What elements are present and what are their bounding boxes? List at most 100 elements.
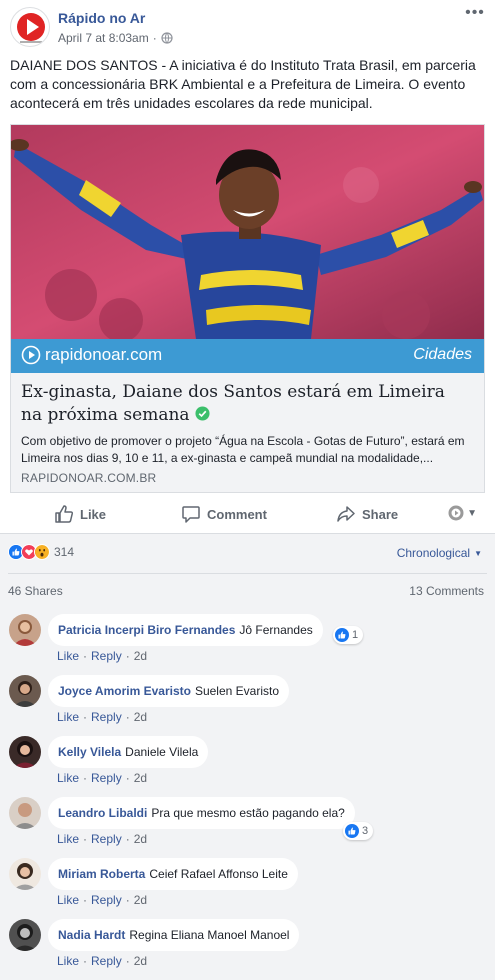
reaction-count: 314 — [54, 545, 75, 559]
post-header: Rápido no Ar April 7 at 8:03am · ••• — [0, 0, 495, 54]
comment-bubble[interactable]: Nadia Hardt Regina Eliana Manoel Manoel — [48, 919, 300, 951]
page-avatar[interactable] — [10, 7, 50, 47]
comment-icon — [182, 506, 200, 523]
link-preview-card[interactable]: rapidonoar.com Cidades Ex-ginasta, Daian… — [10, 124, 485, 493]
comment-item: Miriam Roberta Ceief Rafael Affonso Leit… — [0, 858, 495, 918]
card-title-text: Ex-ginasta, Daiane dos Santos estará em … — [21, 382, 445, 425]
share-button[interactable]: Share — [336, 504, 398, 524]
comment-reply-link[interactable]: Reply — [91, 771, 122, 785]
comment-time[interactable]: 2d — [134, 710, 147, 724]
comment-reply-link[interactable]: Reply — [91, 832, 122, 846]
like-reaction-icon — [345, 824, 359, 838]
comment-reactions[interactable]: 1 — [333, 626, 364, 644]
comment-reply-link[interactable]: Reply — [91, 893, 122, 907]
commenter-avatar[interactable] — [9, 919, 41, 951]
comment-reply-link[interactable]: Reply — [91, 710, 122, 724]
page-avatar-small-icon — [448, 505, 464, 521]
comment-reply-link[interactable]: Reply — [91, 954, 122, 968]
comment-author[interactable]: Nadia Hardt — [58, 928, 125, 942]
share-arrow-icon — [337, 506, 355, 522]
comment-text: Regina Eliana Manoel Manoel — [129, 928, 290, 942]
brand-play-icon — [21, 345, 41, 365]
comment-reply-link[interactable]: Reply — [91, 649, 122, 663]
dot-separator: · — [83, 649, 88, 663]
comment-author[interactable]: Kelly Vilela — [58, 745, 121, 759]
comment-time[interactable]: 2d — [134, 832, 147, 846]
brand-name: rapidonoar.com — [45, 345, 163, 364]
brand-logo: rapidonoar.com — [21, 345, 162, 365]
dot-separator: · — [125, 893, 130, 907]
dropdown-caret-icon: ▼ — [467, 507, 477, 519]
reactions-summary[interactable]: 314 — [8, 544, 74, 560]
comment-text: Ceief Rafael Affonso Leite — [149, 867, 288, 881]
commenter-avatar[interactable] — [9, 858, 41, 890]
comment-like-link[interactable]: Like — [57, 832, 79, 846]
comment-time[interactable]: 2d — [134, 893, 147, 907]
comment-item: Joyce Amorim Evaristo Suelen Evaristo Li… — [0, 675, 495, 735]
comment-time[interactable]: 2d — [134, 771, 147, 785]
card-domain: RAPIDONOAR.COM.BR — [21, 471, 157, 485]
comment-bubble[interactable]: Kelly Vilela Daniele Vilela — [48, 736, 209, 768]
thumbs-up-icon — [55, 505, 73, 523]
comment-item: Leandro Libaldi Pra que mesmo estão paga… — [0, 797, 495, 857]
shares-count[interactable]: 46 Shares — [8, 584, 63, 598]
action-bar: Like Comment Share ▼ — [0, 496, 495, 532]
page-name[interactable]: Rápido no Ar — [58, 10, 145, 26]
comment-like-link[interactable]: Like — [57, 893, 79, 907]
comment-author[interactable]: Joyce Amorim Evaristo — [58, 684, 191, 698]
comment-button[interactable]: Comment — [181, 504, 267, 524]
comment-item: Nadia Hardt Regina Eliana Manoel Manoel … — [0, 919, 495, 979]
comment-author[interactable]: Leandro Libaldi — [58, 806, 147, 820]
card-body[interactable]: Ex-ginasta, Daiane dos Santos estará em … — [11, 373, 484, 492]
wow-reaction-icon — [34, 544, 50, 560]
comment-like-link[interactable]: Like — [57, 771, 79, 785]
comment-reaction-count: 1 — [352, 629, 359, 641]
comment-actions: Like · Reply · 2d — [57, 710, 147, 724]
card-description: Com objetivo de promover o projeto “Água… — [21, 434, 465, 465]
comment-sort-dropdown[interactable]: Chronological ▼ — [397, 546, 482, 560]
commenter-avatar[interactable] — [9, 736, 41, 768]
comment-bubble[interactable]: Joyce Amorim Evaristo Suelen Evaristo — [48, 675, 289, 707]
comment-actions: Like · Reply · 2d — [57, 893, 147, 907]
card-title[interactable]: Ex-ginasta, Daiane dos Santos estará em … — [21, 381, 471, 427]
like-button[interactable]: Like — [54, 504, 106, 524]
comment-bubble[interactable]: Leandro Libaldi Pra que mesmo estão paga… — [48, 797, 355, 829]
comments-area: 314 Chronological ▼ 46 Shares 13 Comment… — [0, 533, 495, 980]
dot-separator: · — [83, 832, 88, 846]
comment-actions: Like · Reply · 2d — [57, 771, 147, 785]
share-label: Share — [362, 506, 399, 522]
comment-like-link[interactable]: Like — [57, 954, 79, 968]
comment-actions: Like · Reply · 2d — [57, 832, 147, 846]
dot-separator: · — [125, 832, 130, 846]
commenter-avatar[interactable] — [9, 614, 41, 646]
dot-separator: · — [125, 771, 130, 785]
post-meta: April 7 at 8:03am · — [58, 31, 173, 45]
verified-check-icon — [195, 406, 210, 421]
comment-bubble[interactable]: Miriam Roberta Ceief Rafael Affonso Leit… — [48, 858, 298, 890]
comment-author[interactable]: Patricia Incerpi Biro Fernandes — [58, 623, 235, 637]
comments-count[interactable]: 13 Comments — [409, 584, 484, 598]
more-options-icon[interactable]: ••• — [465, 5, 485, 24]
comment-time[interactable]: 2d — [134, 954, 147, 968]
comment-bubble[interactable]: Patricia Incerpi Biro Fernandes Jô Ferna… — [48, 614, 323, 646]
comment-time[interactable]: 2d — [134, 649, 147, 663]
gymnast-photo[interactable] — [11, 125, 484, 339]
comment-author[interactable]: Miriam Roberta — [58, 867, 145, 881]
comment-text: Pra que mesmo estão pagando ela? — [151, 806, 345, 820]
post-timestamp[interactable]: April 7 at 8:03am — [58, 31, 149, 45]
commenter-avatar[interactable] — [9, 675, 41, 707]
chevron-down-icon: ▼ — [474, 548, 482, 558]
comment-reactions[interactable]: 3 — [343, 822, 374, 840]
dot-separator: · — [83, 893, 88, 907]
comment-text: Jô Fernandes — [239, 623, 313, 637]
sort-label: Chronological — [396, 546, 471, 560]
comment-item: Patricia Incerpi Biro Fernandes Jô Ferna… — [0, 614, 495, 674]
comment-like-link[interactable]: Like — [57, 649, 79, 663]
comment-like-link[interactable]: Like — [57, 710, 79, 724]
globe-icon[interactable] — [161, 32, 173, 44]
post-as-selector[interactable]: ▼ — [448, 505, 477, 521]
commenter-avatar[interactable] — [9, 797, 41, 829]
comment-actions: Like · Reply · 2d — [57, 954, 147, 968]
comment-label: Comment — [207, 506, 267, 522]
divider — [8, 573, 487, 574]
